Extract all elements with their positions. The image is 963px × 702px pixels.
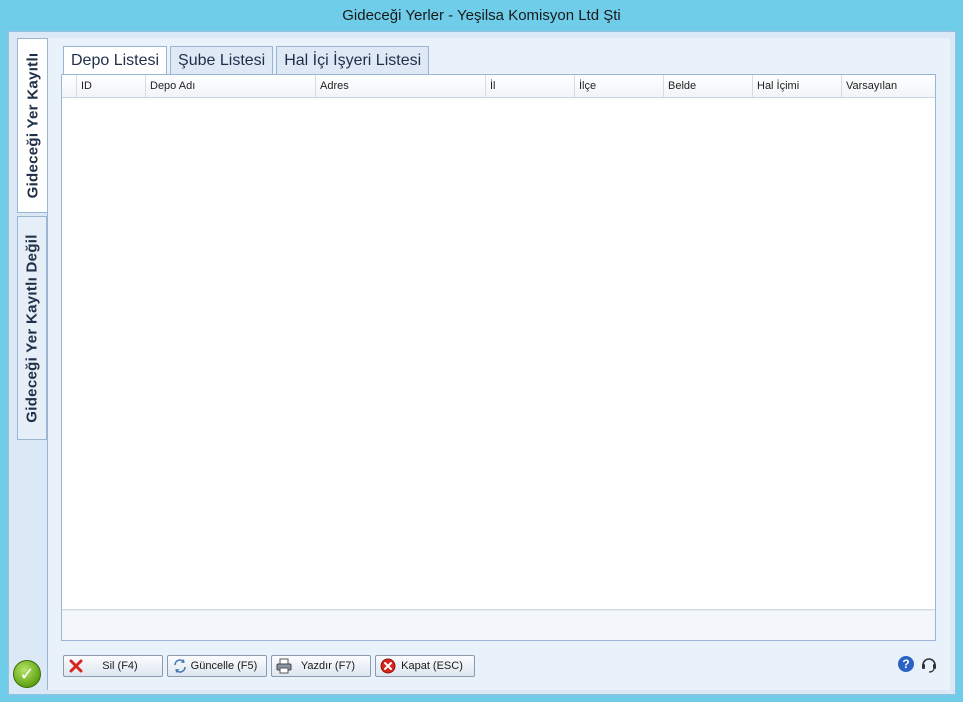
close-circle-icon: [380, 658, 396, 674]
action-buttons: Sil (F4) Güncelle (F5) Yazdır (F7) Kapat…: [63, 655, 479, 677]
column-header-belde[interactable]: Belde: [664, 75, 753, 97]
tab-sube-listesi[interactable]: Şube Listesi: [170, 46, 274, 74]
column-header-id[interactable]: ID: [77, 75, 146, 97]
refresh-icon: [172, 658, 188, 674]
column-header-varsayilan[interactable]: Varsayılan: [842, 75, 935, 97]
tab-hal-ici-isyeri-listesi[interactable]: Hal İçi İşyeri Listesi: [276, 46, 430, 74]
side-tab-not-registered[interactable]: Gideceği Yer Kayıtlı Değil: [17, 216, 47, 440]
delete-button[interactable]: Sil (F4): [63, 655, 163, 677]
close-button[interactable]: Kapat (ESC): [375, 655, 475, 677]
app-window: Gideceği Yerler - Yeşilsa Komisyon Ltd Ş…: [0, 0, 963, 702]
grid-header: ID Depo Adı Adres İl İlçe Belde Hal İçim…: [62, 75, 935, 98]
side-tab-label: Gideceği Yer Kayıtlı: [24, 52, 42, 199]
row-indicator-header: [62, 75, 77, 97]
printer-icon: [276, 658, 292, 674]
help-icon[interactable]: ?: [898, 656, 914, 672]
client-area: Gideceği Yer Kayıtlı Gideceği Yer Kayıtl…: [8, 31, 956, 695]
update-button[interactable]: Güncelle (F5): [167, 655, 267, 677]
column-header-adres[interactable]: Adres: [316, 75, 486, 97]
headset-icon[interactable]: [920, 655, 938, 673]
depot-grid[interactable]: ID Depo Adı Adres İl İlçe Belde Hal İçim…: [61, 74, 936, 641]
print-button[interactable]: Yazdır (F7): [271, 655, 371, 677]
tab-depo-listesi[interactable]: Depo Listesi: [63, 46, 168, 75]
column-header-hal-icimi[interactable]: Hal İçimi: [753, 75, 842, 97]
column-header-ilce[interactable]: İlçe: [575, 75, 664, 97]
list-tabs: Depo Listesi Şube Listesi Hal İçi İşyeri…: [63, 46, 432, 75]
window-title: Gideceği Yerler - Yeşilsa Komisyon Ltd Ş…: [342, 7, 621, 24]
side-tab-strip: Gideceği Yer Kayıtlı Gideceği Yer Kayıtl…: [17, 38, 48, 468]
grid-footer: [62, 609, 935, 640]
divider: [62, 610, 935, 611]
check-icon[interactable]: ✓: [13, 660, 41, 688]
divider: [47, 38, 48, 690]
delete-x-icon: [68, 658, 84, 674]
side-tab-registered[interactable]: Gideceği Yer Kayıtlı: [17, 38, 48, 213]
tab-content-panel: Depo Listesi Şube Listesi Hal İçi İşyeri…: [48, 38, 950, 690]
column-header-il[interactable]: İl: [486, 75, 575, 97]
column-header-depo-adi[interactable]: Depo Adı: [146, 75, 316, 97]
side-tab-label: Gideceği Yer Kayıtlı Değil: [23, 233, 41, 423]
